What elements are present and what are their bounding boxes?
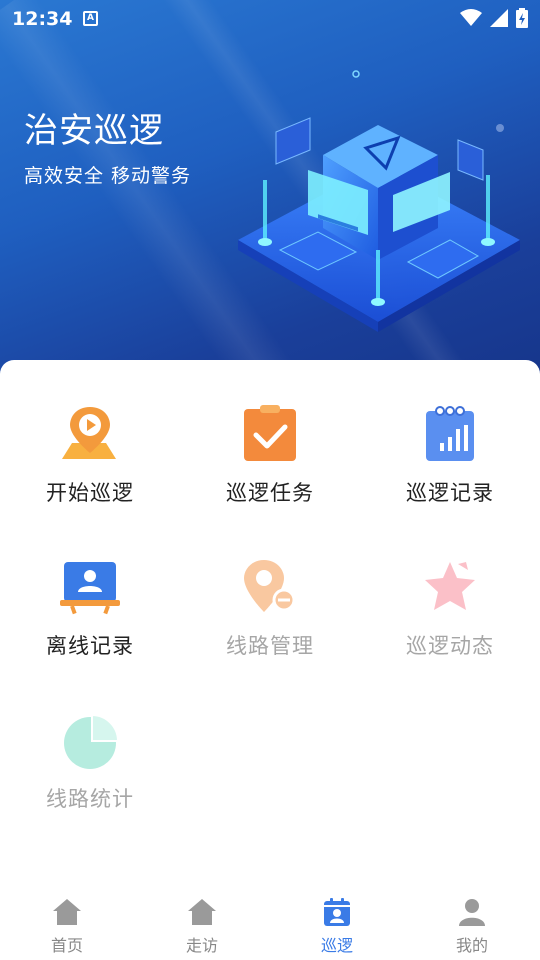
nav-tab-mine[interactable]: 我的 — [432, 896, 512, 956]
calendar-user-icon — [324, 898, 350, 926]
house-icon — [188, 899, 216, 925]
header-banner: 12:34 A 治安巡逻 高效安全 移动警务 — [0, 0, 540, 385]
nav-tab-label: 我的 — [455, 936, 488, 955]
menu-item-label: 线路统计 — [46, 787, 134, 811]
nav-tab-label: 走访 — [185, 936, 218, 955]
pie-chart-icon — [58, 709, 122, 773]
menu-item-route-statistics[interactable]: 线路统计 — [0, 709, 180, 813]
menu-item-label: 线路管理 — [226, 634, 314, 658]
nav-tab-visit[interactable]: 走访 — [162, 896, 242, 956]
banner-title: 治安巡逻 — [24, 111, 164, 151]
menu-item-label: 巡逻动态 — [406, 634, 494, 658]
star-icon — [418, 556, 482, 620]
home-icon — [53, 899, 81, 925]
nav-tab-home[interactable]: 首页 — [27, 896, 107, 956]
menu-item-route-management[interactable]: 线路管理 — [180, 556, 360, 660]
wifi-icon — [460, 9, 482, 26]
status-bar: 12:34 A — [0, 0, 540, 38]
menu-item-label: 离线记录 — [46, 634, 134, 658]
menu-item-offline-records[interactable]: 离线记录 — [0, 556, 180, 660]
signal-icon — [490, 9, 508, 27]
nav-tab-label: 首页 — [50, 936, 83, 955]
isometric-network-illustration — [238, 70, 520, 332]
menu-item-patrol-tasks[interactable]: 巡逻任务 — [180, 403, 360, 507]
person-icon — [459, 899, 485, 926]
notification-icon: A — [83, 11, 98, 26]
route-pin-icon — [238, 556, 302, 620]
calendar-chart-icon — [418, 403, 482, 467]
menu-item-label: 巡逻记录 — [406, 481, 494, 505]
map-pin-play-icon — [58, 403, 122, 467]
menu-item-label: 巡逻任务 — [226, 481, 314, 505]
menu-item-patrol-records[interactable]: 巡逻记录 — [360, 403, 540, 507]
bottom-navigation: 首页 走访 巡逻 我的 — [0, 890, 540, 960]
system-icons — [460, 8, 528, 28]
menu-item-start-patrol[interactable]: 开始巡逻 — [0, 403, 180, 507]
menu-item-patrol-updates[interactable]: 巡逻动态 — [360, 556, 540, 660]
clipboard-check-icon — [238, 403, 302, 467]
banner-subtitle: 高效安全 移动警务 — [24, 165, 192, 187]
board-user-icon — [58, 556, 122, 620]
nav-tab-patrol[interactable]: 巡逻 — [297, 896, 377, 956]
menu-item-label: 开始巡逻 — [46, 481, 134, 505]
battery-icon — [516, 8, 528, 28]
status-time: 12:34 — [12, 8, 73, 30]
nav-tab-label: 巡逻 — [320, 936, 353, 955]
